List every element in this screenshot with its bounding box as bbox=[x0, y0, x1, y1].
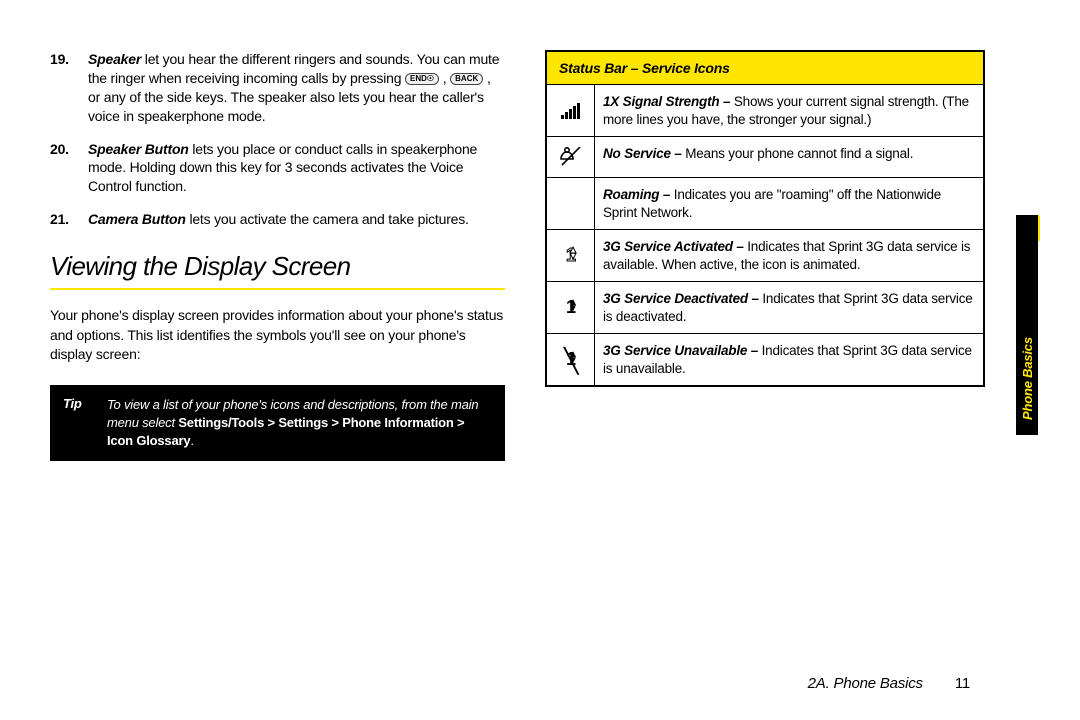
list-number: 20. bbox=[50, 140, 69, 159]
list-number: 21. bbox=[50, 210, 69, 229]
list-number: 19. bbox=[50, 50, 69, 69]
text: lets you activate the camera and take pi… bbox=[186, 211, 469, 227]
table-row: Roaming – Indicates you are "roaming" of… bbox=[547, 178, 983, 230]
row-desc: 1X Signal Strength – Shows your current … bbox=[595, 85, 983, 136]
page-content: 19. Speaker let you hear the different r… bbox=[0, 0, 1080, 481]
row-desc: 3G Service Deactivated – Indicates that … bbox=[595, 282, 983, 333]
three-g-deactivated-icon: 1▲▼ bbox=[547, 282, 595, 333]
text: , bbox=[439, 70, 450, 86]
right-column: Status Bar – Service Icons 1X Signal Str… bbox=[545, 50, 985, 461]
end-key-icon: END☉ bbox=[405, 73, 439, 85]
row-desc: No Service – Means your phone cannot fin… bbox=[595, 137, 923, 177]
table-row: No Service – Means your phone cannot fin… bbox=[547, 137, 983, 178]
three-g-active-icon: 1▲▼ bbox=[547, 230, 595, 281]
table-row: 1▲▼╲ 3G Service Unavailable – Indicates … bbox=[547, 334, 983, 385]
list-item-21: 21. Camera Button lets you activate the … bbox=[88, 210, 505, 229]
footer-section: 2A. Phone Basics bbox=[808, 675, 923, 692]
side-tab: Phone Basics bbox=[1016, 215, 1038, 435]
feature-list: 19. Speaker let you hear the different r… bbox=[50, 50, 505, 229]
page-footer: 2A. Phone Basics 11 bbox=[808, 675, 970, 692]
tip-tail: . bbox=[190, 433, 193, 448]
term-camera-button: Camera Button bbox=[88, 211, 186, 227]
intro-paragraph: Your phone's display screen provides inf… bbox=[50, 306, 505, 365]
roaming-icon bbox=[547, 178, 595, 229]
table-row: 1X Signal Strength – Shows your current … bbox=[547, 85, 983, 137]
page-number: 11 bbox=[955, 675, 970, 692]
tip-label: Tip bbox=[63, 396, 93, 451]
table-row: 1▲▼ 3G Service Activated – Indicates tha… bbox=[547, 230, 983, 282]
three-g-unavailable-icon: 1▲▼╲ bbox=[547, 334, 595, 385]
side-tab-accent bbox=[1038, 215, 1040, 241]
row-desc: 3G Service Activated – Indicates that Sp… bbox=[595, 230, 983, 281]
signal-bars-icon bbox=[547, 85, 595, 136]
tip-box: Tip To view a list of your phone's icons… bbox=[50, 385, 505, 462]
no-service-icon bbox=[547, 137, 595, 177]
term-speaker-button: Speaker Button bbox=[88, 141, 189, 157]
back-key-icon: BACK bbox=[450, 73, 483, 85]
term-speaker: Speaker bbox=[88, 51, 141, 67]
list-item-19: 19. Speaker let you hear the different r… bbox=[88, 50, 505, 126]
list-item-20: 20. Speaker Button lets you place or con… bbox=[88, 140, 505, 197]
row-desc: 3G Service Unavailable – Indicates that … bbox=[595, 334, 983, 385]
heading-underline bbox=[50, 288, 505, 290]
table-row: 1▲▼ 3G Service Deactivated – Indicates t… bbox=[547, 282, 983, 334]
left-column: 19. Speaker let you hear the different r… bbox=[50, 50, 505, 461]
service-icons-table: Status Bar – Service Icons 1X Signal Str… bbox=[545, 50, 985, 387]
row-desc: Roaming – Indicates you are "roaming" of… bbox=[595, 178, 983, 229]
tip-body: To view a list of your phone's icons and… bbox=[107, 396, 492, 451]
table-header: Status Bar – Service Icons bbox=[547, 52, 983, 85]
side-tab-label: Phone Basics bbox=[1020, 337, 1035, 420]
section-heading: Viewing the Display Screen bbox=[50, 251, 505, 282]
